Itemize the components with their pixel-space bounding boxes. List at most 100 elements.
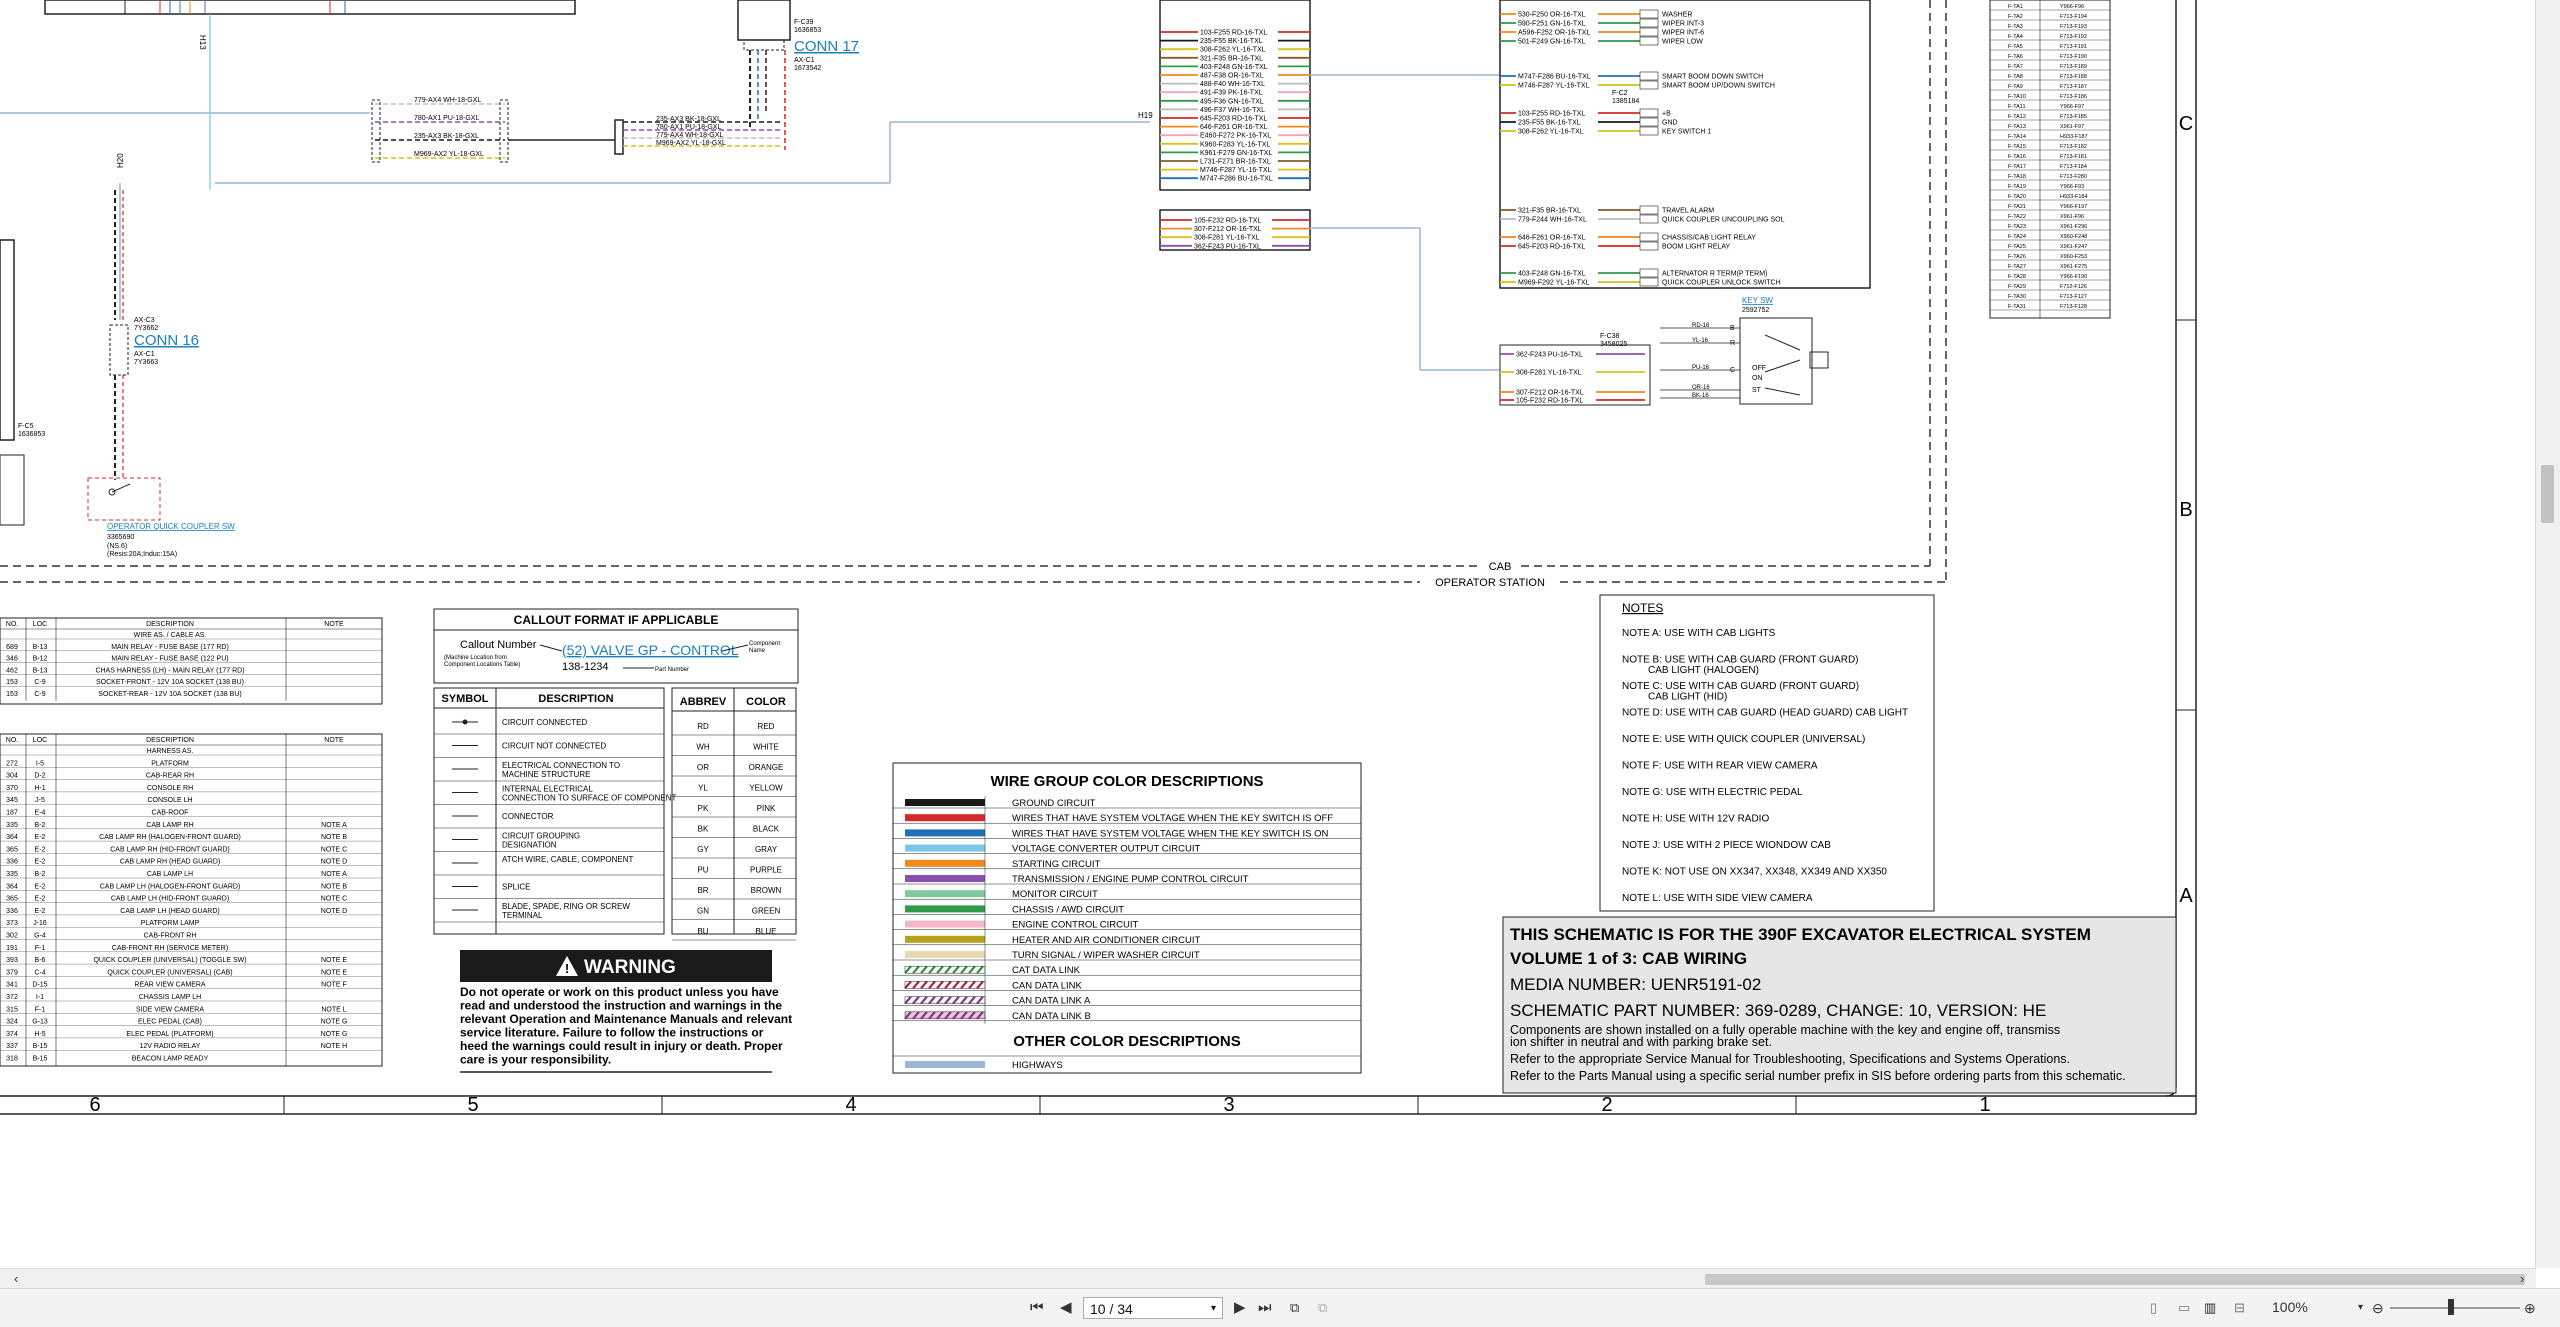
qc-switch-link[interactable]: OPERATOR QUICK COUPLER SW — [107, 522, 235, 531]
wire-label: 645-F203 RD-16-TXL — [1200, 116, 1267, 123]
wire-group-label: MONITOR CIRCUIT — [1012, 889, 1098, 900]
table-cell: CAB LAMP RH (HEAD GUARD) — [120, 859, 221, 866]
table-cell: 393 — [6, 957, 18, 964]
vertical-scrollbar[interactable] — [2535, 0, 2560, 1268]
fuse-id: F-TA22 — [2008, 214, 2026, 220]
fuse-id: F-TA13 — [2008, 124, 2026, 130]
abbrev-code: RD — [697, 722, 709, 731]
horizontal-scroll-thumb[interactable] — [1705, 1274, 2525, 1285]
first-page-icon[interactable]: ⏮ — [1030, 1298, 1044, 1318]
table-cell: NOTE F — [321, 982, 347, 989]
conn16-c3: AX-C3 7Y3662 — [134, 317, 158, 332]
zoom-dropdown-icon[interactable]: ▾ — [2358, 1298, 2363, 1318]
zoom-out-icon[interactable]: ⊖ — [2372, 1298, 2384, 1318]
fuse-circuit: F713-F192 — [2060, 34, 2087, 40]
vertical-scroll-thumb[interactable] — [2541, 465, 2554, 523]
wire-group-label: GROUND CIRCUIT — [1012, 798, 1096, 809]
wire-label: M747-F286 BU-16-TXL — [1200, 176, 1273, 183]
title-line2: VOLUME 1 of 3: CAB WIRING — [1510, 949, 1747, 968]
zone-number: 3 — [1223, 1094, 1234, 1116]
zoom-slider-knob[interactable] — [2448, 1299, 2454, 1315]
wire-label: 321-F35 BR-16-TXL — [1200, 55, 1263, 62]
zoom-in-icon[interactable]: ⊕ — [2524, 1298, 2536, 1318]
copy-page-disabled-icon[interactable]: ⧉ — [1318, 1298, 1327, 1318]
abbrev-header: COLOR — [746, 696, 786, 708]
note-item: NOTE K: NOT USE ON XX347, XX348, XX349 A… — [1622, 867, 1887, 878]
wire-label: 646-F261 OR-16-TXL — [1518, 235, 1586, 242]
warning-text-line: relevant Operation and Maintenance Manua… — [460, 1012, 792, 1026]
table-section: HARNESS AS. — [147, 748, 194, 755]
table-cell: CAB-ROOF — [152, 810, 189, 817]
table-header: DESCRIPTION — [146, 621, 194, 628]
fuse-circuit: F713-F191 — [2060, 44, 2087, 50]
table-cell: 379 — [6, 969, 18, 976]
circuit-description: KEY SWITCH 1 — [1662, 129, 1711, 136]
circuit-description: QUICK COUPLER UNLOCK SWITCH — [1662, 280, 1781, 287]
table-cell: 153 — [6, 691, 18, 698]
continuous-view-icon[interactable]: ▭ — [2178, 1298, 2190, 1318]
table-cell: CAB LAMP RH — [146, 822, 193, 829]
symbol-description: SPLICE — [502, 883, 530, 892]
conn17-part: AX-C1 1673542 — [794, 57, 821, 72]
table-cell: PLATFORM — [151, 760, 189, 767]
table-cell: C-9 — [34, 691, 45, 698]
scroll-right-icon[interactable]: › — [2520, 1269, 2524, 1289]
wire-label: 308-F281 YL-16-TXL — [1194, 235, 1260, 242]
zone-letter: B — [2179, 499, 2192, 521]
conn16-link[interactable]: CONN 16 — [134, 332, 199, 349]
callout-component[interactable]: (52) VALVE GP - CONTROL — [562, 642, 739, 658]
table-cell: J-5 — [35, 797, 45, 804]
wire-label: 307-F212 OR-16-TXL — [1194, 226, 1262, 233]
wire-label: M746-F287 YL-16-TXL — [1200, 167, 1272, 174]
wire-label: 235-F55 BK-16-TXL — [1518, 120, 1581, 127]
table-cell: CONSOLE LH — [147, 797, 192, 804]
circuit-description: BOOM LIGHT RELAY — [1662, 244, 1731, 251]
symbol-description: DESIGNATION — [502, 841, 557, 850]
fit-view-icon[interactable]: ⊟ — [2234, 1298, 2245, 1318]
conn17-link[interactable]: CONN 17 — [794, 38, 859, 55]
horizontal-scrollbar[interactable]: ‹ › — [0, 1268, 2536, 1289]
single-page-view-icon[interactable]: ▯ — [2150, 1298, 2157, 1318]
two-page-view-icon[interactable]: ▥ — [2204, 1298, 2216, 1318]
table-cell: E-2 — [35, 834, 46, 841]
table-cell: 365 — [6, 846, 18, 853]
zoom-level[interactable]: 100% — [2272, 1299, 2308, 1315]
page-number-input[interactable]: 10 / 34 ▾ — [1083, 1297, 1223, 1319]
conn16-c1: AX-C1 7Y3663 — [134, 351, 158, 366]
circuit-description: WIPER INT-6 — [1662, 30, 1704, 37]
key-switch-link[interactable]: KEY SW — [1742, 296, 1773, 305]
wire-group-label: TRANSMISSION / ENGINE PUMP CONTROL CIRCU… — [1012, 874, 1249, 885]
operator-station-label: OPERATOR STATION — [1435, 577, 1545, 589]
abbrev-color: RED — [758, 722, 775, 731]
table-cell: 153 — [6, 679, 18, 686]
circuit-description: SMART BOOM DOWN SWITCH — [1662, 74, 1763, 81]
zone-number: 1 — [1979, 1094, 1990, 1116]
wire-label: 779-AX4 WH-18-GXL — [656, 132, 723, 139]
fuse-id: F-TA9 — [2008, 84, 2023, 90]
wire-label: 362-F243 PU-16-TXL — [1516, 352, 1583, 359]
key-switch-num: 2592752 — [1742, 307, 1769, 314]
symbol-description: TERMINAL — [502, 911, 543, 920]
prev-page-icon[interactable]: ◀ — [1060, 1298, 1072, 1318]
page-dropdown-icon[interactable]: ▾ — [1211, 1298, 1216, 1320]
zoom-slider[interactable] — [2390, 1307, 2520, 1309]
table-cell: MAIN RELAY - FUSE BASE (177 RD) — [111, 644, 229, 651]
circuit-description: +B — [1662, 111, 1671, 118]
table-cell: CAB-REAR RH — [146, 773, 194, 780]
wire-label: 487-F38 OR-16-TXL — [1200, 73, 1264, 80]
wire-label: 235-AX3 BK-18-GXL — [414, 133, 479, 140]
scroll-left-icon[interactable]: ‹ — [14, 1269, 18, 1289]
key-switch-fc: F-C38 3458025 — [1600, 333, 1627, 348]
last-page-icon[interactable]: ⏭ — [1258, 1298, 1272, 1318]
copy-page-icon[interactable]: ⧉ — [1290, 1298, 1299, 1318]
warning-block: ! WARNING Do not operate or work on this… — [460, 950, 792, 1073]
next-page-icon[interactable]: ▶ — [1234, 1298, 1246, 1318]
key-pin-label: BK-16 — [1692, 393, 1709, 399]
table-cell: NOTE G — [321, 1031, 348, 1038]
fuse-circuit: Y966-F190 — [2060, 274, 2087, 280]
warning-text-line: Do not operate or work on this product u… — [460, 985, 779, 999]
table-cell: B-6 — [35, 957, 46, 964]
right-connector: 530-F250 OR-16-TXL WASHER 590-F251 GN-16-T… — [1499, 0, 1871, 289]
wire-label: 488-F40 WH-16-TXL — [1200, 81, 1265, 88]
abbrev-code: OR — [697, 763, 709, 772]
